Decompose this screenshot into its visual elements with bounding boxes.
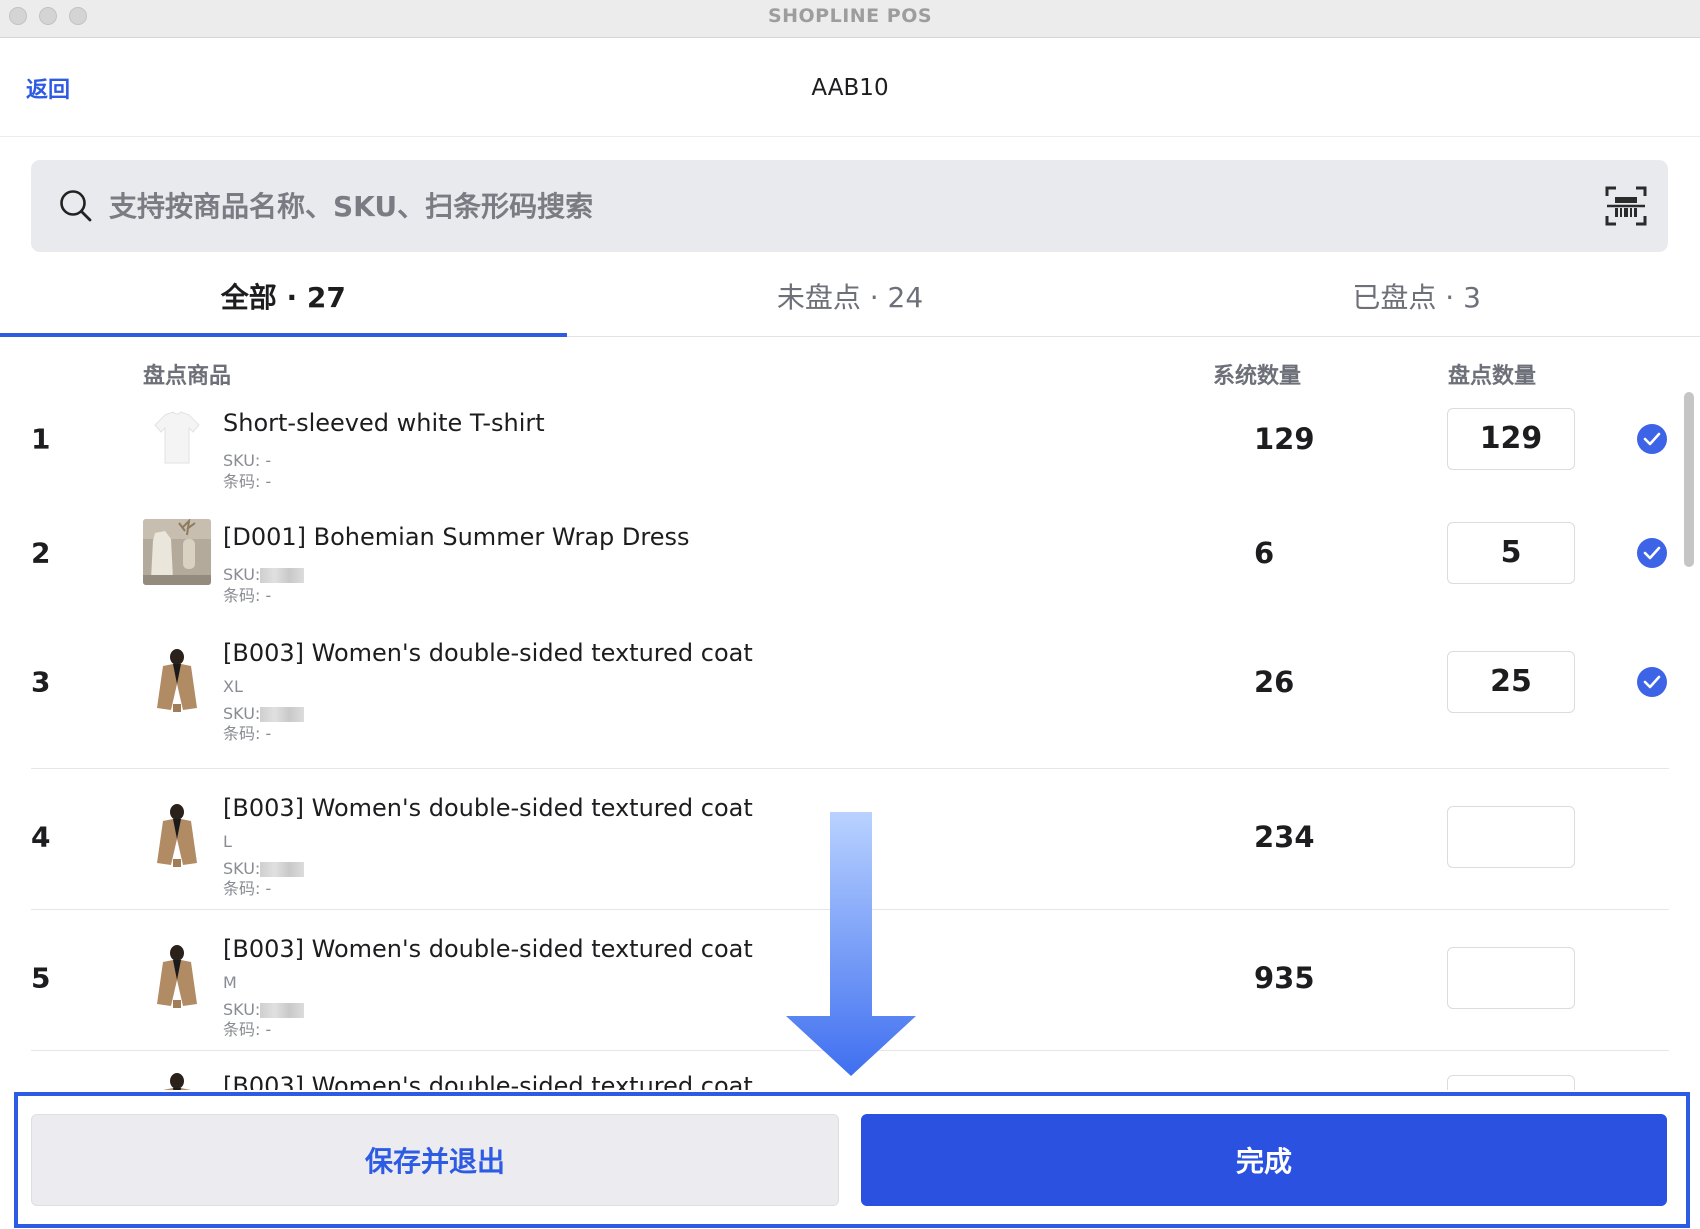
product-thumbnail [143,648,211,714]
counted-quantity-input[interactable] [1447,1075,1575,1090]
product-sku: SKU: [223,703,305,724]
counted-quantity-input[interactable]: 129 [1447,408,1575,470]
tshirt-image [143,405,211,471]
redacted-sku [260,862,305,877]
product-barcode: 条码: - [223,724,272,743]
redacted-sku [260,1003,305,1018]
product-sku: SKU: - [223,451,272,470]
system-quantity: 935 [1254,961,1315,995]
tab-counted[interactable]: 已盘点 · 3 [1133,255,1700,336]
product-sku: SKU: [223,999,305,1020]
product-name: [B003] Women's double-sided textured coa… [223,639,753,667]
product-thumbnail [143,944,211,1010]
coat-image [143,648,211,714]
row-index: 4 [31,820,51,854]
barcode-scan-icon[interactable] [1604,184,1648,228]
counted-quantity-input[interactable]: 5 [1447,522,1575,584]
tab-all[interactable]: 全部 · 27 [0,255,567,337]
row-index: 2 [31,536,51,570]
product-variant: M [223,973,237,992]
system-quantity: 129 [1254,422,1315,456]
counted-quantity-input[interactable] [1447,947,1575,1009]
table-row[interactable]: 3 [B003] Women's double-sided textured c… [0,613,1700,754]
product-thumbnail [143,1072,211,1090]
product-barcode: 条码: - [223,472,272,491]
redacted-sku [260,707,305,722]
app-window: SHOPLINE POS 返回 AAB10 全部 · 27 未盘点 · 24 已… [0,0,1700,1229]
checked-icon [1637,538,1667,568]
product-barcode: 条码: - [223,586,272,605]
row-index: 3 [31,665,51,699]
product-sku: SKU: [223,858,305,879]
row-divider [31,768,1669,769]
product-sku: SKU: [223,564,305,585]
save-and-exit-button[interactable]: 保存并退出 [31,1114,839,1206]
search-icon [60,190,92,222]
checked-icon [1637,667,1667,697]
counted-quantity-input[interactable] [1447,806,1575,868]
coat-image [143,1072,211,1090]
search-input[interactable] [109,160,1509,252]
system-quantity: 26 [1254,665,1295,699]
search-bar [31,160,1668,252]
product-barcode: 条码: - [223,879,272,898]
row-index: 1 [31,422,51,456]
coat-image [143,944,211,1010]
checked-icon [1637,424,1667,454]
tab-bar: 全部 · 27 未盘点 · 24 已盘点 · 3 [0,255,1700,337]
product-name: [B003] Women's double-sided textured coa… [223,1072,753,1090]
product-name: [B003] Women's double-sided textured coa… [223,935,753,963]
counted-quantity-input[interactable]: 25 [1447,651,1575,713]
table-row[interactable]: 1 Short-sleeved white T-shirt SKU: - 条码:… [0,385,1700,499]
dress-image [143,519,211,585]
title-bar: SHOPLINE POS [0,0,1700,38]
product-thumbnail [143,405,211,471]
tab-uncounted[interactable]: 未盘点 · 24 [567,255,1134,336]
product-thumbnail [143,519,211,585]
redacted-sku [260,568,305,583]
product-name: [B003] Women's double-sided textured coa… [223,794,753,822]
app-title: SHOPLINE POS [767,5,933,27]
scrollbar[interactable] [1684,392,1694,567]
system-quantity: 234 [1254,820,1315,854]
product-thumbnail [143,803,211,869]
product-barcode: 条码: - [223,1020,272,1039]
page-header: 返回 AAB10 [0,38,1700,137]
system-quantity: 6 [1254,536,1275,570]
product-variant: XL [223,677,243,696]
coat-image [143,803,211,869]
down-arrow-overlay [786,812,916,1076]
done-button[interactable]: 完成 [861,1114,1667,1206]
table-row[interactable]: 2 [D001] Bohemian Summer Wrap Dress SKU:… [0,499,1700,613]
product-variant: L [223,832,232,851]
row-index: 5 [31,961,51,995]
product-name: Short-sleeved white T-shirt [223,409,545,437]
page-title: AAB10 [811,75,889,101]
product-name: [D001] Bohemian Summer Wrap Dress [223,523,690,551]
